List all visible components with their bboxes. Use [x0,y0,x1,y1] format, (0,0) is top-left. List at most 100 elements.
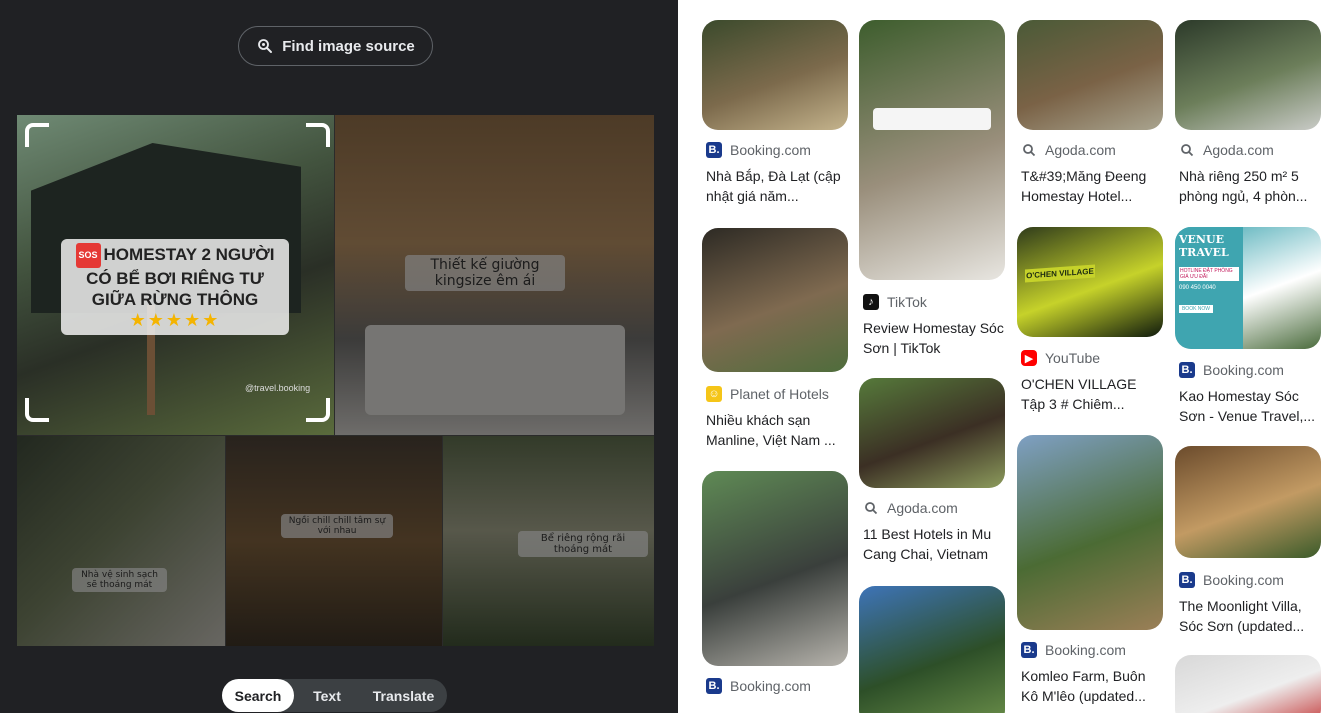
result-title[interactable]: Kao Homestay Sóc Sơn - Venue Travel,... [1179,386,1321,426]
result-title[interactable]: O'CHEN VILLAGE Tập 3 # Chiêm... [1021,374,1163,414]
result-card[interactable]: B. Booking.com [702,471,848,696]
result-source-name: Booking.com [730,678,811,694]
source-image-collage[interactable]: SOS HOMESTAY 2 NGƯỜI CÓ BỂ BƠI RIÊNG TƯ G… [17,115,654,646]
crop-handle-top-right[interactable] [306,123,330,147]
result-card[interactable]: Agoda.com 11 Best Hotels in Mu Cang Chai… [859,378,1005,564]
banner-line-3: GIỮA RỪNG THÔNG [91,290,259,309]
booking-favicon: B. [1179,572,1195,588]
result-thumbnail[interactable]: VENUE TRAVEL HOTLINE ĐẶT PHÒNG GIÁ ƯU ĐÃ… [1175,227,1321,349]
result-source[interactable]: ♪ TikTok [863,292,1005,312]
sos-badge: SOS [75,243,101,268]
tab-translate[interactable]: Translate [360,679,447,712]
result-source[interactable]: B. Booking.com [1021,640,1163,660]
dim-overlay [443,436,654,646]
venue-travel-title: VENUE TRAVEL [1179,233,1229,259]
collage-exterior-photo: SOS HOMESTAY 2 NGƯỜI CÓ BỂ BƠI RIÊNG TƯ G… [17,115,334,435]
planet-favicon: ☺ [706,386,722,402]
image-preview-pane: Find image source SOS HOMESTAY 2 NGƯỜI CÓ… [0,0,678,713]
result-source-name: Booking.com [1203,362,1284,378]
collage-bedroom-photo: Thiết kế giường kingsize êm ái [335,115,654,435]
lens-mode-tabs: Search Text Translate [222,679,447,712]
youtube-favicon: ▶ [1021,350,1037,366]
result-thumbnail[interactable] [1017,20,1163,130]
result-source-name: Booking.com [730,142,811,158]
venue-book-now: BOOK NOW [1179,305,1213,313]
result-source-name: Agoda.com [887,500,958,516]
result-card[interactable] [859,586,1005,713]
result-thumbnail[interactable] [859,586,1005,713]
result-thumbnail[interactable] [1175,20,1321,130]
booking-favicon: B. [1179,362,1195,378]
result-source-name: YouTube [1045,350,1101,366]
result-card[interactable]: B. Booking.com Komleo Farm, Buôn Kô M'lê… [1017,435,1163,706]
result-source-name: TikTok [887,294,927,310]
tab-text[interactable]: Text [294,679,360,712]
venue-travel-panel: VENUE TRAVEL HOTLINE ĐẶT PHÒNG GIÁ ƯU ĐÃ… [1175,227,1243,349]
result-source[interactable]: Agoda.com [1179,140,1321,160]
result-card[interactable]: ☺ Planet of Hotels Nhiều khách sạn Manli… [702,228,848,450]
booking-favicon: B. [706,142,722,158]
find-image-source-button[interactable]: Find image source [238,26,433,66]
result-thumbnail[interactable] [702,20,848,130]
result-title[interactable]: Nhiều khách sạn Manline, Việt Nam ... [706,410,848,450]
ochen-village-label: O'CHEN VILLAGE [1025,264,1095,283]
banner-line-1: HOMESTAY 2 NGƯỜI [103,244,275,264]
booking-favicon: B. [1021,642,1037,658]
tab-search[interactable]: Search [222,679,294,712]
result-card[interactable]: O'CHEN VILLAGE ▶ YouTube O'CHEN VILLAGE … [1017,227,1163,414]
result-card[interactable] [1175,655,1321,713]
crop-handle-bottom-left[interactable] [25,398,49,422]
crop-handle-top-left[interactable] [25,123,49,147]
find-image-source-label: Find image source [282,37,415,55]
result-card[interactable]: ♪ TikTok Review Homestay Sóc Sơn | TikTo… [859,20,1005,358]
result-title[interactable]: Nhà Bắp, Đà Lạt (cập nhật giá năm... [706,166,848,206]
agoda-favicon [1021,142,1037,158]
result-title[interactable]: 11 Best Hotels in Mu Cang Chai, Vietnam [863,524,1005,564]
result-source[interactable]: Agoda.com [863,498,1005,518]
result-source-name: Agoda.com [1203,142,1274,158]
result-source-name: Booking.com [1045,642,1126,658]
homestay-banner: SOS HOMESTAY 2 NGƯỜI CÓ BỂ BƠI RIÊNG TƯ G… [61,239,289,335]
dim-overlay [17,436,225,646]
result-source-name: Agoda.com [1045,142,1116,158]
result-card[interactable]: Agoda.com T&#39;Măng Đeeng Homestay Hote… [1017,20,1163,206]
result-thumbnail[interactable]: O'CHEN VILLAGE [1017,227,1163,337]
result-title[interactable]: Review Homestay Sóc Sơn | TikTok [863,318,1005,358]
result-source[interactable]: ☺ Planet of Hotels [706,384,848,404]
result-card[interactable]: VENUE TRAVEL HOTLINE ĐẶT PHÒNG GIÁ ƯU ĐÃ… [1175,227,1321,426]
result-source[interactable]: ▶ YouTube [1021,348,1163,368]
result-source[interactable]: B. Booking.com [706,140,848,160]
result-title[interactable]: The Moonlight Villa, Sóc Sơn (updated... [1179,596,1321,636]
result-thumbnail[interactable] [702,471,848,666]
result-thumbnail[interactable] [1175,446,1321,558]
venue-phone: 090 450 0040 [1179,285,1216,291]
result-card[interactable]: B. Booking.com The Moonlight Villa, Sóc … [1175,446,1321,636]
result-thumbnail[interactable] [859,378,1005,488]
result-source[interactable]: B. Booking.com [706,676,848,696]
dim-overlay [335,115,654,435]
dim-overlay [226,436,442,646]
result-source[interactable]: B. Booking.com [1179,360,1321,380]
result-source-name: Booking.com [1203,572,1284,588]
result-title[interactable]: Komleo Farm, Buôn Kô M'lêo (updated... [1021,666,1163,706]
agoda-favicon [1179,142,1195,158]
crop-handle-bottom-right[interactable] [306,398,330,422]
banner-line-2: CÓ BỂ BƠI RIÊNG TƯ [86,269,264,288]
rating-stars: ★★★★★ [129,310,221,330]
result-thumbnail[interactable] [859,20,1005,280]
result-card[interactable]: B. Booking.com Nhà Bắp, Đà Lạt (cập nhật… [702,20,848,206]
tiktok-favicon: ♪ [863,294,879,310]
result-thumbnail[interactable] [1017,435,1163,630]
venue-hotline: HOTLINE ĐẶT PHÒNG GIÁ ƯU ĐÃI [1179,267,1239,281]
result-source[interactable]: B. Booking.com [1179,570,1321,590]
agoda-favicon [863,500,879,516]
result-source[interactable]: Agoda.com [1021,140,1163,160]
result-title[interactable]: T&#39;Măng Đeeng Homestay Hotel... [1021,166,1163,206]
result-card[interactable]: Agoda.com Nhà riêng 250 m² 5 phòng ngủ, … [1175,20,1321,206]
visual-matches-pane: B. Booking.com Nhà Bắp, Đà Lạt (cập nhật… [678,0,1332,713]
result-thumbnail[interactable] [702,228,848,372]
blank-label-shape [873,108,991,130]
result-title[interactable]: Nhà riêng 250 m² 5 phòng ngủ, 4 phòn... [1179,166,1321,206]
result-thumbnail[interactable] [1175,655,1321,713]
collage-bathroom-photo: Nhà vệ sinh sạch sẽ thoáng mát [17,436,225,646]
